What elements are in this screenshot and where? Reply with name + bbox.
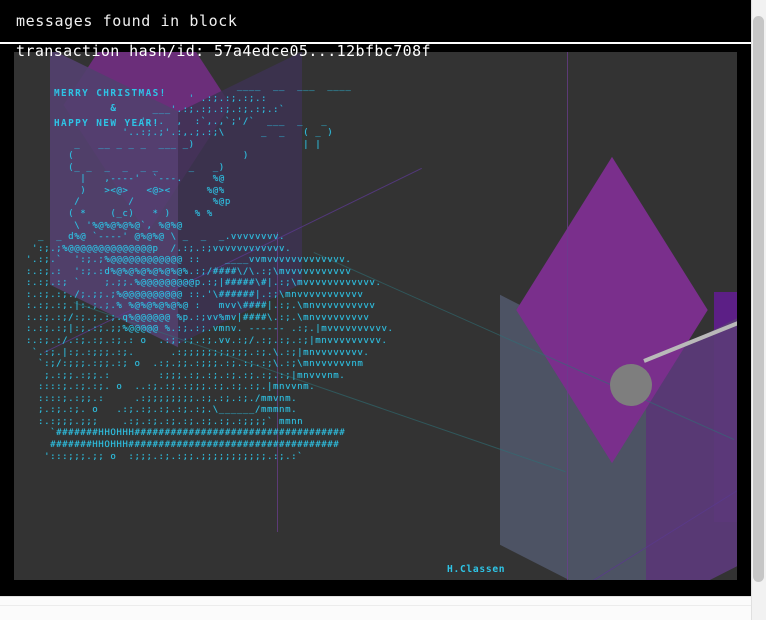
header-bar: messages found in block [0,0,751,44]
vertical-scrollbar-track[interactable] [751,0,766,620]
vertical-scrollbar-thumb[interactable] [753,16,764,582]
footer-divider [0,605,751,606]
page-footer-strip [0,596,766,620]
ascii-greeting-text: MERRY CHRISTMAS! & HAPPY NEW YEAR! [54,88,167,129]
ascii-art-body: ____ __ ___ ____ ' .:;.:;.:;.: ___'.:;.:… [26,82,394,462]
page-title: messages found in block [16,12,238,30]
app-root: messages found in block ____ __ ___ ____… [0,0,766,620]
transaction-hash-label: transaction hash/id: 57a4edce05...12bfbc… [16,44,431,60]
ascii-art-signature: H.Classen [447,564,506,575]
ascii-art-layer: ____ __ ___ ____ ' .:;.:;.:;.: ___'.:;.:… [14,52,737,580]
transaction-hash-bar: transaction hash/id: 57a4edce05...12bfbc… [0,44,751,61]
message-canvas: ____ __ ___ ____ ' .:;.:;.:;.: ___'.:;.:… [14,52,737,580]
message-page: messages found in block ____ __ ___ ____… [0,0,751,596]
